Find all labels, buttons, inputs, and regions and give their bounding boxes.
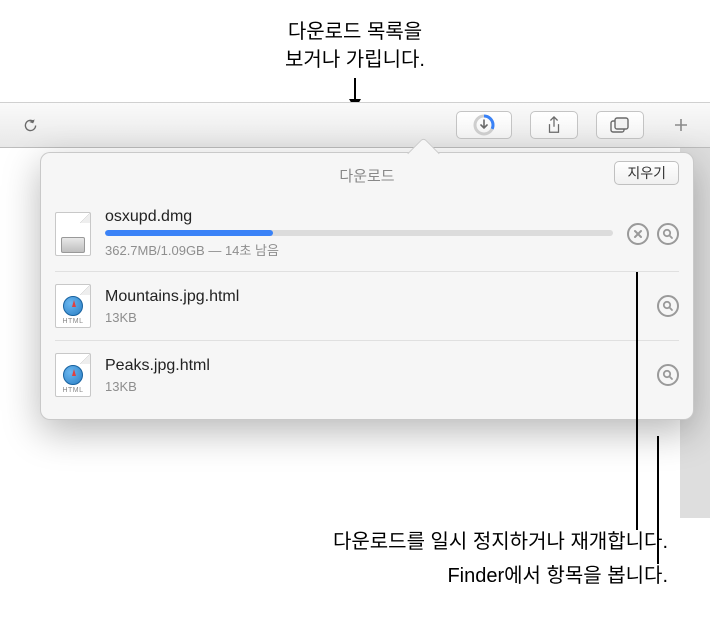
- popover-title: 다운로드: [339, 165, 394, 186]
- download-size: 13KB: [105, 310, 643, 325]
- reload-icon: [22, 117, 39, 134]
- callout-pause-resume: 다운로드를 일시 정지하거나 재개합니다.: [333, 528, 668, 556]
- download-item: HTML Mountains.jpg.html 13KB: [55, 272, 679, 341]
- download-actions: [657, 364, 679, 386]
- browser-toolbar: [0, 102, 710, 148]
- clear-button[interactable]: 지우기: [614, 161, 679, 185]
- downloads-popover: 다운로드 지우기 osxupd.dmg 362.7MB/1.09GB — 14초…: [40, 152, 694, 420]
- tabs-icon: [610, 117, 630, 133]
- file-icon-html: HTML: [55, 353, 91, 397]
- download-progress-icon: [473, 114, 495, 136]
- reveal-in-finder-button[interactable]: [657, 223, 679, 245]
- download-list: osxupd.dmg 362.7MB/1.09GB — 14초 남음: [41, 196, 693, 409]
- progress-fill: [105, 230, 273, 236]
- new-tab-button[interactable]: [666, 111, 696, 139]
- reveal-in-finder-button[interactable]: [657, 364, 679, 386]
- callout-line: [636, 272, 638, 530]
- download-actions: [627, 223, 679, 245]
- download-status: 362.7MB/1.09GB — 14초 남음: [105, 240, 613, 259]
- reload-button[interactable]: [14, 111, 46, 139]
- download-info: osxupd.dmg 362.7MB/1.09GB — 14초 남음: [105, 208, 613, 259]
- file-icon-dmg: [55, 212, 91, 256]
- progress-bar: [105, 230, 613, 236]
- download-filename: Peaks.jpg.html: [105, 357, 643, 375]
- download-item: osxupd.dmg 362.7MB/1.09GB — 14초 남음: [55, 196, 679, 272]
- download-filename: Mountains.jpg.html: [105, 288, 643, 306]
- share-icon: [546, 116, 562, 134]
- download-item: HTML Peaks.jpg.html 13KB: [55, 341, 679, 409]
- magnifier-icon: [662, 228, 674, 240]
- download-size: 13KB: [105, 379, 643, 394]
- reveal-in-finder-button[interactable]: [657, 295, 679, 317]
- callout-show-hide-downloads: 다운로드 목록을 보거나 가립니다.: [0, 18, 710, 108]
- plus-icon: [673, 117, 689, 133]
- x-icon: [633, 229, 643, 239]
- download-actions: [657, 295, 679, 317]
- share-button[interactable]: [530, 111, 578, 139]
- downloads-button[interactable]: [456, 111, 512, 139]
- tabs-button[interactable]: [596, 111, 644, 139]
- callout-reveal-finder: Finder에서 항목을 봅니다.: [447, 562, 668, 590]
- download-info: Mountains.jpg.html 13KB: [105, 288, 643, 325]
- callout-text: 보거나 가립니다.: [0, 46, 710, 74]
- magnifier-icon: [662, 300, 674, 312]
- callout-text: 다운로드 목록을: [0, 18, 710, 46]
- stop-download-button[interactable]: [627, 223, 649, 245]
- magnifier-icon: [662, 369, 674, 381]
- download-filename: osxupd.dmg: [105, 208, 613, 226]
- download-info: Peaks.jpg.html 13KB: [105, 357, 643, 394]
- popover-header: 다운로드 지우기: [41, 153, 693, 196]
- file-icon-html: HTML: [55, 284, 91, 328]
